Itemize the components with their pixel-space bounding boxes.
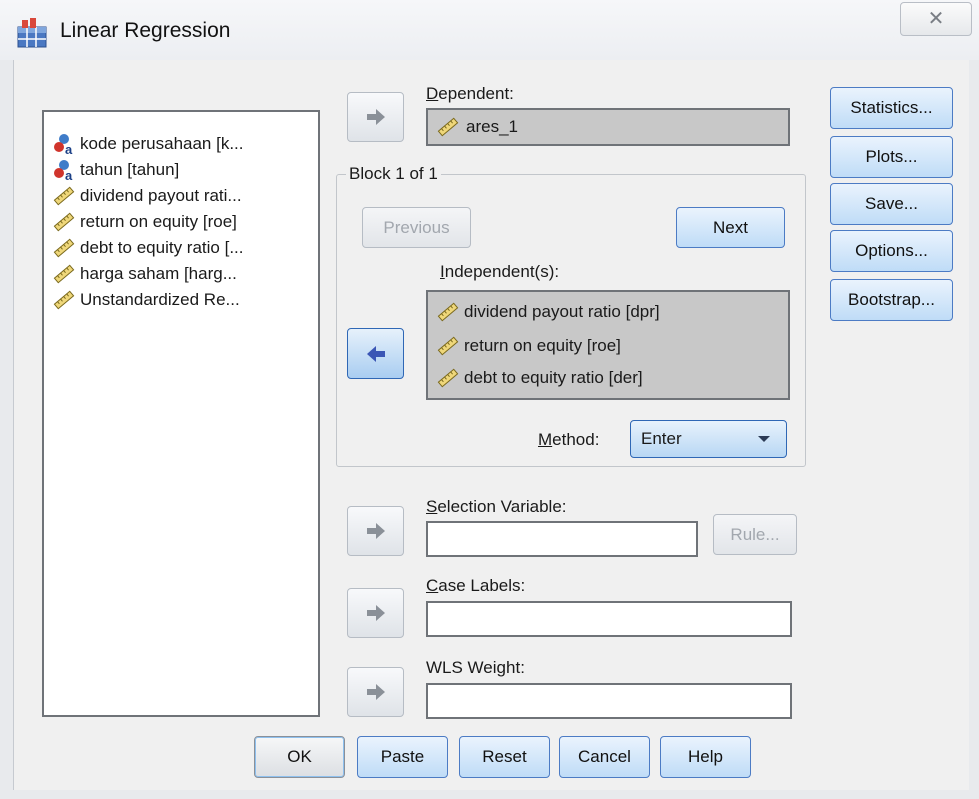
plots-button[interactable]: Plots... [830, 136, 953, 178]
statistics-button-label: Statistics... [850, 98, 933, 117]
window-border-bottom [0, 790, 979, 799]
scale-ruler-icon [436, 115, 460, 139]
dependent-field[interactable]: ares_1 [426, 108, 790, 146]
bootstrap-button-label: Bootstrap... [848, 290, 935, 309]
selection-variable-field[interactable] [426, 521, 698, 557]
method-label: Method: [538, 430, 600, 449]
close-button[interactable]: ✕ [900, 2, 972, 36]
window-border-left [0, 60, 14, 799]
variable-list[interactable]: a kode perusahaan [k... a tahun [tahun] … [42, 110, 320, 717]
selection-variable-label: Selection Variable: [426, 497, 567, 516]
scale-ruler-icon [52, 210, 76, 234]
list-item[interactable]: debt to equity ratio [der] [436, 366, 643, 390]
rule-button-label: Rule... [730, 524, 780, 544]
list-item[interactable]: harga saham [harg... [52, 262, 237, 286]
dialog-window: Linear Regression ✕ a kode perusahaan [k… [0, 0, 979, 799]
paste-button[interactable]: Paste [357, 736, 448, 778]
list-item[interactable]: dividend payout ratio [dpr] [436, 300, 660, 324]
options-button-label: Options... [855, 241, 928, 260]
independents-list[interactable]: dividend payout ratio [dpr] return on eq… [426, 290, 790, 400]
list-item[interactable]: return on equity [roe] [436, 334, 621, 358]
scale-ruler-icon [52, 236, 76, 260]
scale-ruler-icon [436, 300, 460, 324]
right-arrow-icon [366, 523, 385, 539]
reset-button-label: Reset [482, 747, 527, 766]
variable-label: tahun [tahun] [80, 160, 180, 179]
list-item[interactable]: dividend payout rati... [52, 184, 242, 208]
variable-label: debt to equity ratio [... [80, 238, 244, 257]
nominal-variable-icon: a [52, 132, 76, 156]
scale-ruler-icon [436, 366, 460, 390]
window-title: Linear Regression [60, 19, 231, 42]
next-button[interactable]: Next [676, 207, 785, 248]
method-selected-value: Enter [641, 429, 682, 448]
wls-weight-label: WLS Weight: [426, 658, 525, 677]
rule-button[interactable]: Rule... [713, 514, 797, 555]
move-to-selection-button[interactable] [347, 506, 404, 556]
scale-ruler-icon [436, 334, 460, 358]
variable-label: harga saham [harg... [80, 264, 237, 283]
move-from-independents-button[interactable] [347, 328, 404, 379]
cancel-button[interactable]: Cancel [559, 736, 650, 778]
scale-ruler-icon [52, 184, 76, 208]
move-to-case-labels-button[interactable] [347, 588, 404, 638]
statistics-button[interactable]: Statistics... [830, 87, 953, 129]
independent-item-label: return on equity [roe] [464, 336, 621, 355]
wls-weight-field[interactable] [426, 683, 792, 719]
list-item[interactable]: a tahun [tahun] [52, 158, 179, 182]
dependent-value: ares_1 [466, 117, 518, 136]
chevron-down-icon [758, 436, 770, 442]
help-button[interactable]: Help [660, 736, 751, 778]
right-arrow-icon [366, 684, 385, 700]
case-labels-label: Case Labels: [426, 576, 526, 595]
variable-label: Unstandardized Re... [80, 290, 240, 309]
ok-button[interactable]: OK [254, 736, 345, 778]
right-arrow-icon [366, 605, 385, 621]
close-icon: ✕ [927, 8, 945, 30]
next-button-label: Next [713, 217, 748, 237]
list-item[interactable]: debt to equity ratio [... [52, 236, 243, 260]
variable-label: kode perusahaan [k... [80, 134, 244, 153]
window-border-right [969, 60, 979, 799]
block-title: Block 1 of 1 [346, 164, 441, 184]
previous-button[interactable]: Previous [362, 207, 471, 248]
scale-ruler-icon [52, 288, 76, 312]
case-labels-field[interactable] [426, 601, 792, 637]
bootstrap-button[interactable]: Bootstrap... [830, 279, 953, 321]
dependent-label: Dependent: [426, 84, 514, 103]
previous-button-label: Previous [383, 217, 450, 237]
independent-item-label: dividend payout ratio [dpr] [464, 302, 660, 321]
list-item[interactable]: a kode perusahaan [k... [52, 132, 244, 156]
variable-label: dividend payout rati... [80, 186, 242, 205]
variable-label: return on equity [roe] [80, 212, 237, 231]
ok-button-label: OK [287, 747, 312, 766]
svg-text:a: a [65, 168, 73, 182]
help-button-label: Help [688, 747, 723, 766]
list-item[interactable]: return on equity [roe] [52, 210, 237, 234]
move-to-wls-weight-button[interactable] [347, 667, 404, 717]
svg-text:a: a [65, 142, 73, 156]
independents-label: Independent(s): [440, 262, 560, 281]
save-button-label: Save... [865, 194, 918, 213]
options-button[interactable]: Options... [830, 230, 953, 272]
plots-button-label: Plots... [865, 147, 918, 166]
left-arrow-icon [366, 345, 385, 362]
method-dropdown[interactable]: Enter [630, 420, 787, 458]
spss-app-icon [14, 17, 54, 51]
reset-button[interactable]: Reset [459, 736, 550, 778]
list-item[interactable]: Unstandardized Re... [52, 288, 240, 312]
save-button[interactable]: Save... [830, 183, 953, 225]
paste-button-label: Paste [380, 747, 425, 766]
nominal-variable-icon: a [52, 158, 76, 182]
title-bar[interactable]: Linear Regression ✕ [0, 0, 979, 60]
scale-ruler-icon [52, 262, 76, 286]
move-to-dependent-button[interactable] [347, 92, 404, 142]
independent-item-label: debt to equity ratio [der] [464, 368, 643, 387]
right-arrow-icon [366, 109, 385, 125]
cancel-button-label: Cancel [578, 747, 631, 766]
